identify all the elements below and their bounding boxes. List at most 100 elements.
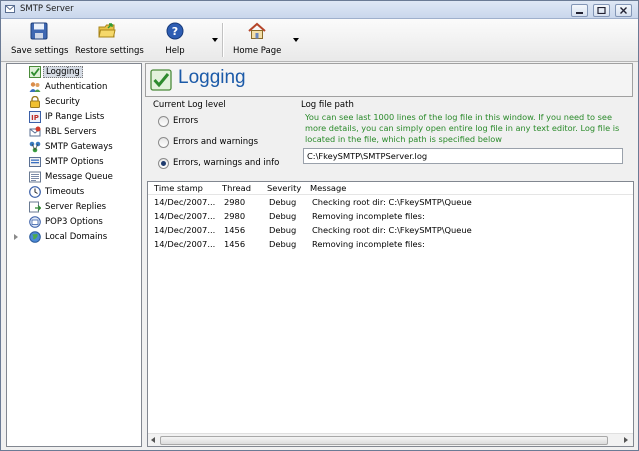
scrollbar-thumb[interactable] (160, 436, 608, 445)
horizontal-scrollbar[interactable] (148, 433, 633, 446)
tree-item-message-queue[interactable]: Message Queue (7, 170, 141, 185)
globe-icon (29, 231, 41, 243)
tree-item-ip-range-lists[interactable]: IP IP Range Lists (7, 110, 141, 125)
cell-thread: 2980 (224, 211, 246, 221)
window-title: SMTP Server (20, 4, 74, 14)
app-envelope-icon (5, 5, 15, 13)
log-path-group: Log file path You can see last 1000 line… (301, 100, 625, 176)
help-label: Help (165, 46, 185, 56)
settings-tree: Logging Authentication Security IP IP Ra… (6, 63, 142, 447)
cell-message: Removing incomplete files: (312, 239, 425, 249)
restore-settings-label: Restore settings (75, 46, 144, 56)
folder-icon (98, 23, 116, 38)
cell-message: Checking root dir: C:\FkeySMTP\Queue (312, 225, 472, 235)
radio-button-icon (158, 137, 169, 148)
tree-item-logging[interactable]: Logging (7, 65, 141, 80)
gateway-icon (29, 141, 41, 153)
home-page-button[interactable]: Home Page (233, 22, 281, 56)
table-header: Time stamp Thread Severity Message (148, 182, 633, 195)
home-page-dropdown-arrow-icon[interactable] (293, 38, 299, 42)
restore-settings-button[interactable]: Restore settings (75, 22, 144, 56)
cell-severity: Debug (269, 211, 297, 221)
minimize-button[interactable] (571, 4, 588, 17)
tree-item-pop3-options[interactable]: POP3 Options (7, 215, 141, 230)
tree-item-smtp-options[interactable]: SMTP Options (7, 155, 141, 170)
cell-severity: Debug (269, 239, 297, 249)
help-icon: ? (166, 22, 184, 40)
toolbar: Save settings Restore settings ? Help Ho… (1, 19, 638, 62)
tree-item-label: Timeouts (45, 187, 85, 197)
tree-item-local-domains[interactable]: Local Domains (7, 230, 141, 245)
tree-item-label: SMTP Gateways (45, 142, 113, 152)
table-row[interactable]: 14/Dec/2007... 2980 Debug Removing incom… (148, 209, 633, 223)
scroll-right-arrow-icon[interactable] (624, 437, 628, 443)
svg-text:?: ? (172, 25, 178, 38)
replies-icon (29, 201, 41, 213)
toolbar-separator (222, 23, 224, 57)
cell-time-stamp: 14/Dec/2007... (154, 225, 216, 235)
cell-time-stamp: 14/Dec/2007... (154, 197, 216, 207)
cell-thread: 1456 (224, 239, 246, 249)
tree-item-security[interactable]: Security (7, 95, 141, 110)
cell-message: Checking root dir: C:\FkeySMTP\Queue (312, 197, 472, 207)
title-bar: SMTP Server (1, 1, 638, 19)
ip-list-icon: IP (29, 111, 41, 123)
checkmark-icon (29, 66, 41, 78)
tree-item-smtp-gateways[interactable]: SMTP Gateways (7, 140, 141, 155)
table-row[interactable]: 14/Dec/2007... 1456 Debug Removing incom… (148, 237, 633, 251)
maximize-button[interactable] (593, 4, 610, 17)
cell-thread: 2980 (224, 197, 246, 207)
app-window: SMTP Server Save settings Restore settin… (0, 0, 639, 451)
svg-text:IP: IP (31, 114, 39, 122)
log-path-field[interactable]: C:\FkeySMTP\SMTPServer.log (303, 148, 623, 164)
table-row[interactable]: 14/Dec/2007... 1456 Debug Checking root … (148, 223, 633, 237)
table-row[interactable]: 14/Dec/2007... 2980 Debug Checking root … (148, 195, 633, 209)
tree-item-label: Logging (43, 66, 83, 78)
cell-thread: 1456 (224, 225, 246, 235)
tree-item-label: Server Replies (45, 202, 107, 212)
close-icon (620, 7, 627, 14)
help-button[interactable]: ? Help (163, 22, 187, 56)
minimize-icon (576, 12, 583, 14)
home-page-label: Home Page (233, 46, 282, 56)
logging-panel: Logging Current Log level Errors Errors … (145, 63, 634, 447)
tree-item-label: Security (45, 97, 80, 107)
tree-item-label: IP Range Lists (45, 112, 105, 122)
tree-item-label: Authentication (45, 82, 108, 92)
column-header-time-stamp[interactable]: Time stamp (154, 183, 203, 193)
expand-arrow-icon[interactable] (14, 234, 18, 240)
save-settings-label: Save settings (11, 46, 69, 56)
close-button[interactable] (615, 4, 632, 17)
logging-checkmark-icon (150, 69, 172, 91)
tree-item-timeouts[interactable]: Timeouts (7, 185, 141, 200)
people-icon (29, 82, 41, 92)
log-level-label: Current Log level (153, 100, 226, 110)
tree-item-label: Local Domains (45, 232, 108, 242)
log-path-label: Log file path (301, 100, 354, 110)
tree-item-label: Message Queue (45, 172, 113, 182)
radio-label: Errors and warnings (173, 137, 259, 147)
clock-icon (29, 186, 41, 198)
queue-icon (29, 171, 41, 183)
tree-item-rbl-servers[interactable]: RBL Servers (7, 125, 141, 140)
save-settings-button[interactable]: Save settings (11, 22, 69, 56)
home-icon (248, 22, 266, 39)
tree-item-server-replies[interactable]: Server Replies (7, 200, 141, 215)
log-table[interactable]: Time stamp Thread Severity Message 14/De… (147, 181, 634, 447)
radio-button-selected-icon (158, 158, 169, 169)
column-header-severity[interactable]: Severity (267, 183, 301, 193)
tree-item-label: SMTP Options (45, 157, 104, 167)
lock-icon (30, 96, 40, 108)
radio-button-icon (158, 116, 169, 127)
cell-message: Removing incomplete files: (312, 211, 425, 221)
scroll-left-arrow-icon[interactable] (151, 437, 155, 443)
column-header-thread[interactable]: Thread (222, 183, 251, 193)
log-level-group: Current Log level Errors Errors and warn… (152, 100, 292, 176)
cell-severity: Debug (269, 225, 297, 235)
panel-header: Logging (145, 63, 633, 97)
tree-item-authentication[interactable]: Authentication (7, 80, 141, 95)
pop3-icon (29, 216, 41, 228)
page-title: Logging (178, 67, 246, 88)
help-dropdown-arrow-icon[interactable] (212, 38, 218, 42)
column-header-message[interactable]: Message (310, 183, 346, 193)
